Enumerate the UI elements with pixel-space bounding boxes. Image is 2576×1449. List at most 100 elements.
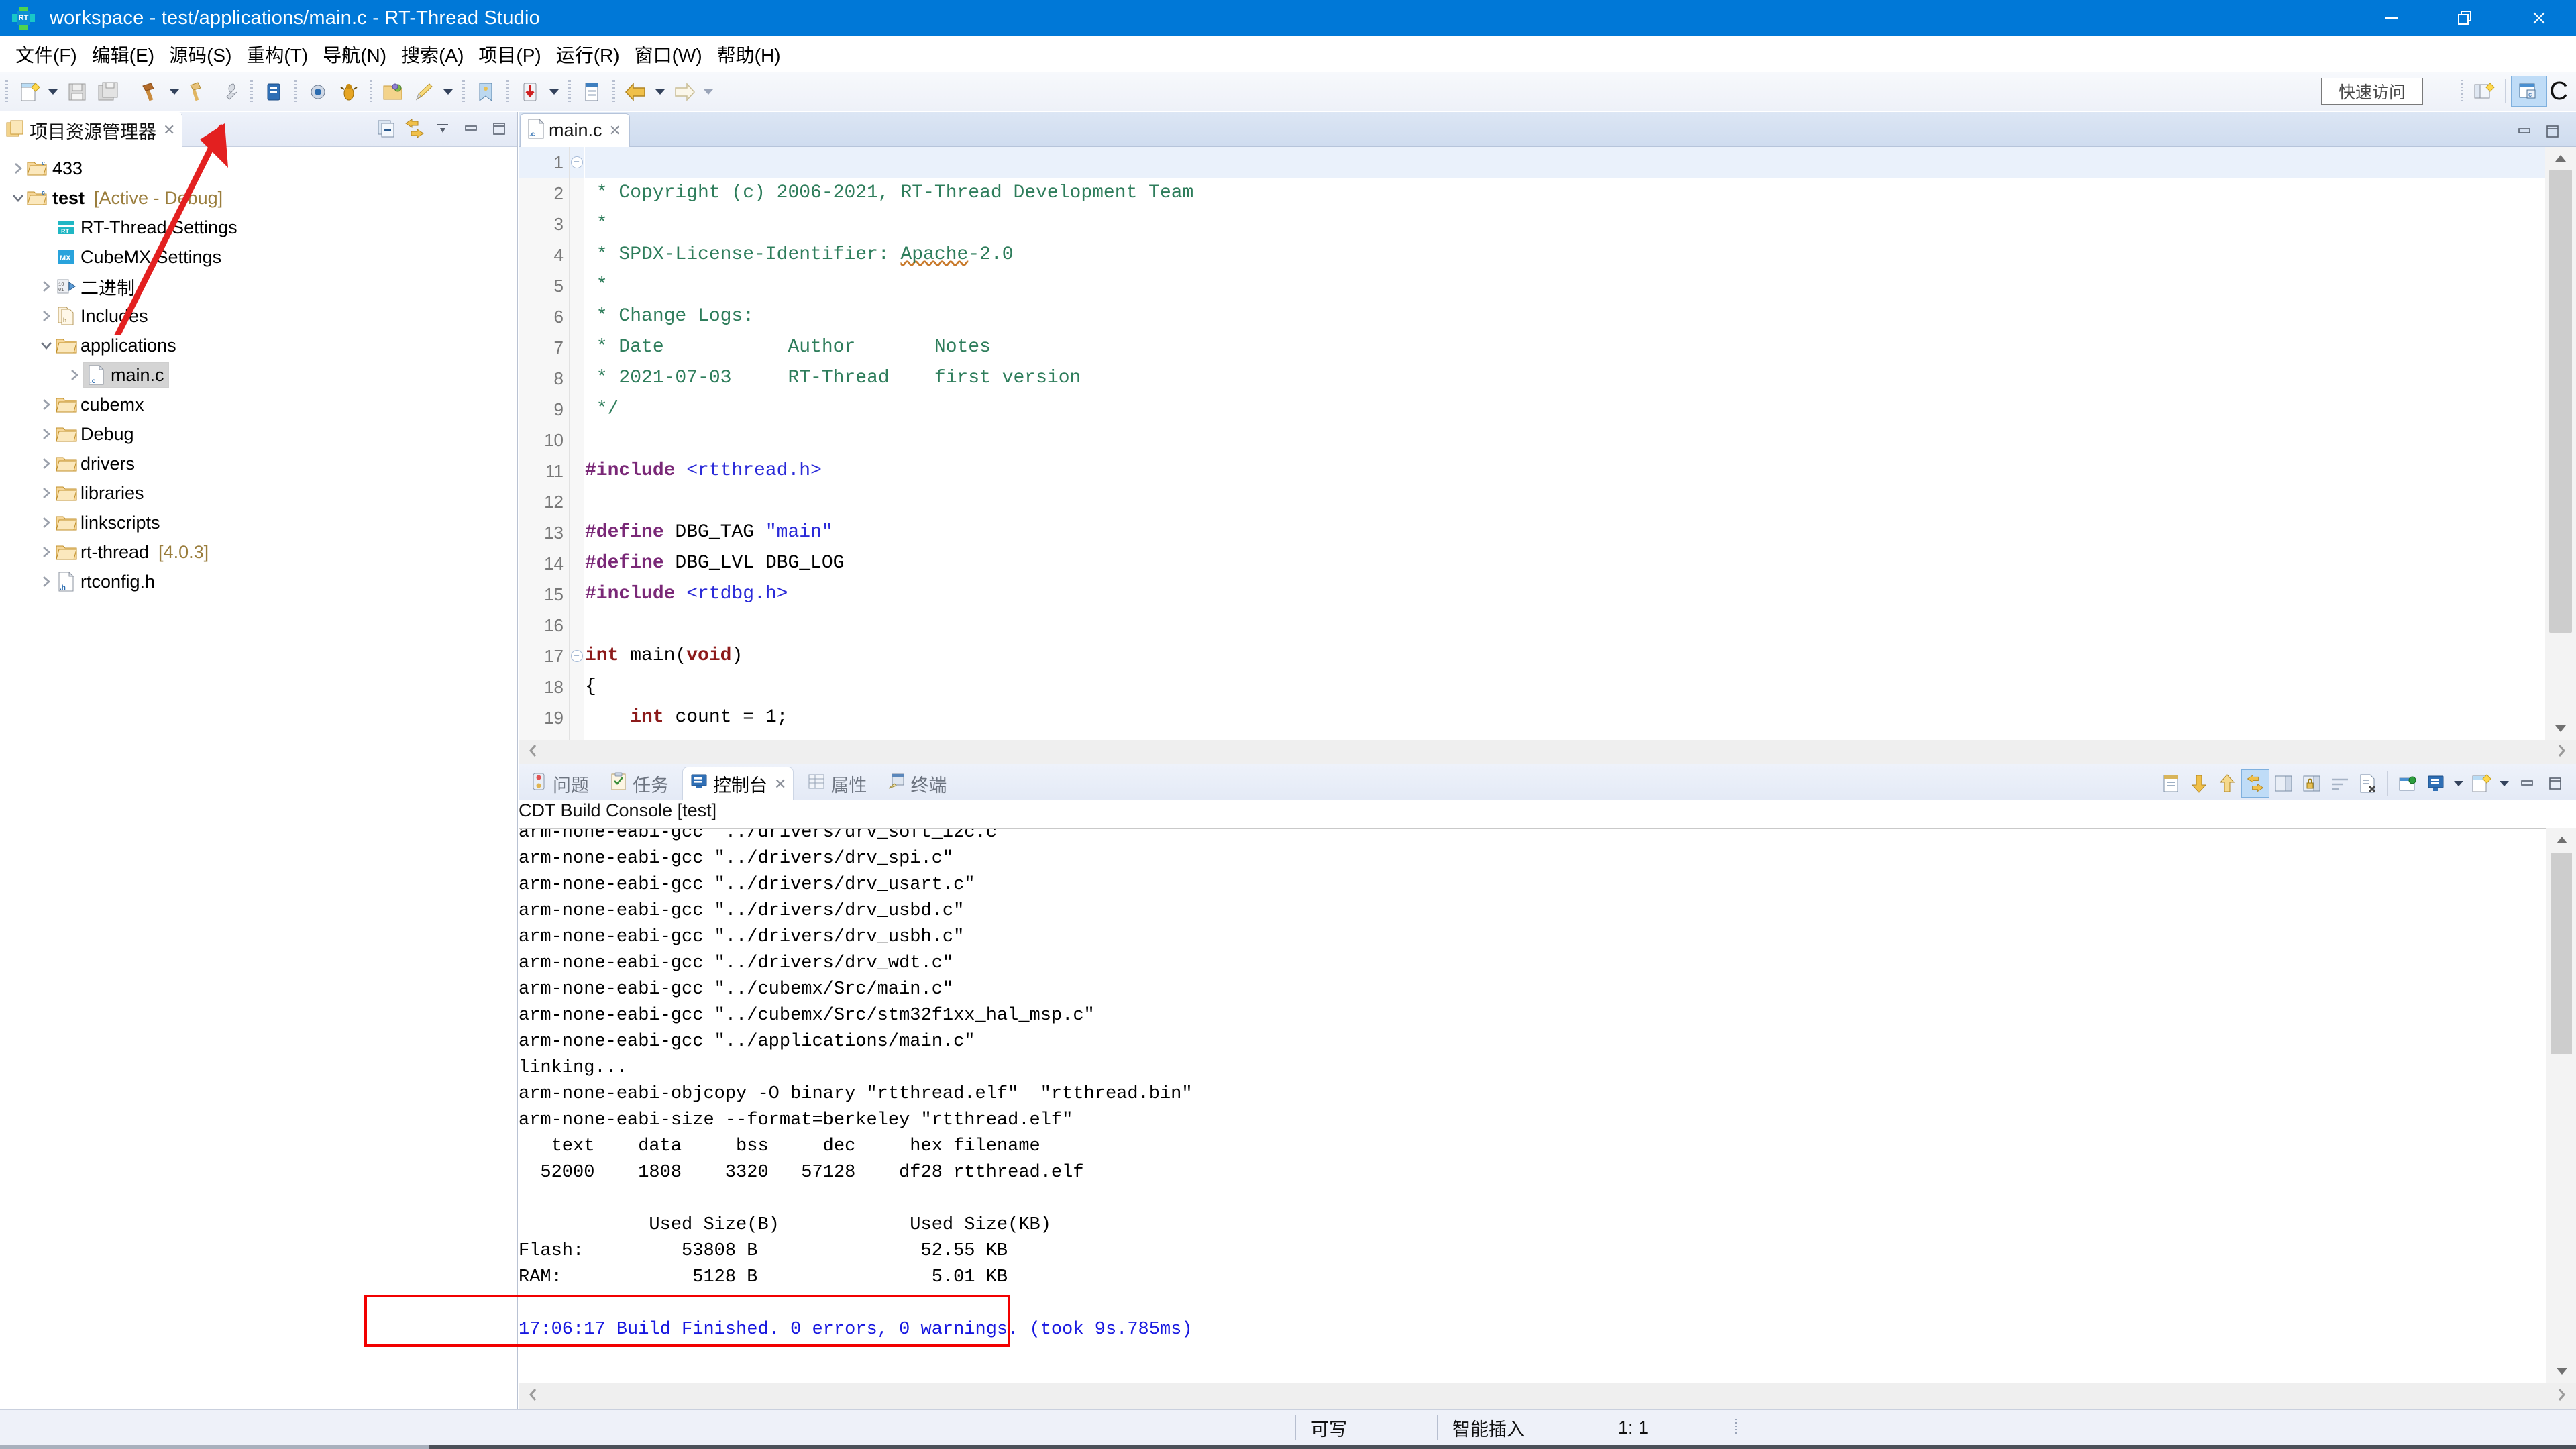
tree-item-content[interactable]: Debug <box>55 423 134 445</box>
scroll-down-arrow[interactable] <box>2546 1360 2576 1383</box>
code-line[interactable]: int count = 1; <box>585 702 2545 733</box>
tree-item--[interactable]: 10 01 二进制 <box>0 272 517 301</box>
project-tree[interactable]: c 433 c test [Active - Debug] RT RT-Thread Set… <box>0 147 517 1409</box>
folding-column[interactable]: − − <box>570 147 584 740</box>
code-area[interactable]: /* * Copyright (c) 2006-2021, RT-Thread … <box>585 147 2545 740</box>
code-line[interactable]: * Date Author Notes <box>585 332 2545 363</box>
code-line[interactable]: * <box>585 270 2545 301</box>
tree-item-content[interactable]: MX CubeMX Settings <box>55 246 221 268</box>
tree-item-rt-thread-settings[interactable]: RT RT-Thread Settings <box>0 213 517 242</box>
menu-navigate[interactable]: 导航(N) <box>315 38 394 70</box>
tree-item-content[interactable]: applications <box>55 334 176 357</box>
chevron-right-icon[interactable] <box>38 537 55 567</box>
editor-vertical-scrollbar[interactable] <box>2545 147 2576 740</box>
toolbar-grip-2[interactable] <box>250 80 253 103</box>
scroll-right-arrow[interactable] <box>2556 1387 2576 1405</box>
scroll-up-arrow[interactable] <box>2546 828 2576 851</box>
code-line[interactable]: #include <rtthread.h> <box>585 455 2545 486</box>
code-line[interactable]: /* <box>585 147 2545 178</box>
pencil-dropdown[interactable] <box>439 76 457 107</box>
tree-item-linkscripts[interactable]: linkscripts <box>0 508 517 537</box>
link-with-editor-icon[interactable] <box>400 115 429 143</box>
scroll-right-arrow[interactable] <box>2556 743 2576 761</box>
open-resource-icon[interactable] <box>378 76 409 107</box>
show-console-icon[interactable] <box>2157 769 2185 798</box>
chevron-right-icon[interactable] <box>38 419 55 449</box>
tree-item-includes[interactable]: h Includes <box>0 301 517 331</box>
perspective-c-button[interactable]: c <box>2510 76 2547 107</box>
tree-item-content[interactable]: drivers <box>55 452 135 475</box>
chevron-down-icon[interactable] <box>38 331 55 360</box>
new-wizard-icon[interactable] <box>13 76 44 107</box>
code-line[interactable]: * Copyright (c) 2006-2021, RT-Thread Dev… <box>585 178 2545 209</box>
chevron-right-icon[interactable] <box>38 508 55 537</box>
back-icon[interactable] <box>621 76 651 107</box>
tree-item-content[interactable]: .c main.c <box>83 362 169 388</box>
tree-item-content[interactable]: .h rtconfig.h <box>55 570 155 593</box>
menu-run[interactable]: 运行(R) <box>549 38 627 70</box>
menu-edit[interactable]: 编辑(E) <box>85 38 162 70</box>
tab-terminal[interactable]: 终端 <box>880 767 953 800</box>
code-line[interactable] <box>585 610 2545 641</box>
minimize-icon[interactable] <box>2510 117 2538 146</box>
tab-console[interactable]: 控制台 ✕ <box>682 767 794 800</box>
chevron-right-icon[interactable] <box>38 272 55 301</box>
bug-icon[interactable] <box>333 76 364 107</box>
minimize-icon[interactable] <box>457 115 485 143</box>
tree-item-rtconfig-h[interactable]: .h rtconfig.h <box>0 567 517 596</box>
terminal-icon[interactable] <box>576 76 607 107</box>
pin-console-icon[interactable] <box>2394 769 2422 798</box>
minimize-icon[interactable] <box>2513 769 2541 798</box>
editor-body[interactable]: 12345678910111213141516171819 −− /* * Co… <box>519 147 2576 764</box>
chevron-right-icon[interactable] <box>38 478 55 508</box>
tree-item-rt-thread[interactable]: rt-thread [4.0.3] <box>0 537 517 567</box>
close-button[interactable] <box>2502 0 2576 36</box>
pencil-icon[interactable] <box>409 76 439 107</box>
scroll-down-arrow[interactable] <box>2545 717 2576 740</box>
editor-horizontal-scrollbar[interactable] <box>519 740 2576 764</box>
restore-button[interactable] <box>2428 0 2502 36</box>
chevron-right-icon[interactable] <box>38 449 55 478</box>
display-console-icon[interactable] <box>2422 769 2450 798</box>
tree-item-libraries[interactable]: libraries <box>0 478 517 508</box>
code-line[interactable]: * <box>585 209 2545 239</box>
lock-scroll-icon[interactable] <box>2298 769 2326 798</box>
console-vertical-scrollbar[interactable] <box>2546 828 2576 1383</box>
tree-item-main-c[interactable]: .c main.c <box>0 360 517 390</box>
wrap-icon[interactable] <box>2326 769 2354 798</box>
maximize-icon[interactable] <box>485 115 513 143</box>
wrench-icon[interactable] <box>214 76 245 107</box>
toolbar-grip-5[interactable] <box>462 80 465 103</box>
code-line[interactable]: */ <box>585 394 2545 425</box>
chevron-down-icon[interactable] <box>9 183 27 213</box>
fold-toggle-icon[interactable]: − <box>570 147 584 178</box>
chevron-right-icon[interactable] <box>38 390 55 419</box>
tab-main-c[interactable]: .c main.c ✕ <box>520 113 630 147</box>
tree-item-content[interactable]: h Includes <box>55 305 148 327</box>
scroll-down-icon[interactable] <box>2185 769 2213 798</box>
minimize-button[interactable] <box>2355 0 2428 36</box>
scroll-up-arrow[interactable] <box>2545 147 2576 170</box>
download-dropdown[interactable] <box>545 76 563 107</box>
scroll-left-arrow[interactable] <box>519 743 539 761</box>
download-icon[interactable] <box>515 76 545 107</box>
quick-access-input[interactable]: 快速访问 <box>2321 78 2423 105</box>
clear-console-icon[interactable] <box>2269 769 2298 798</box>
editor-scroll-thumb[interactable] <box>2549 170 2572 633</box>
tree-item-433[interactable]: c 433 <box>0 154 517 183</box>
chevron-right-icon[interactable] <box>38 567 55 596</box>
tree-item-debug[interactable]: Debug <box>0 419 517 449</box>
view-menu-icon[interactable] <box>429 115 457 143</box>
tree-item-cubemx-settings[interactable]: MX CubeMX Settings <box>0 242 517 272</box>
code-line[interactable]: * 2021-07-03 RT-Thread first version <box>585 363 2545 394</box>
scroll-lock-icon[interactable] <box>2241 769 2269 798</box>
tab-properties[interactable]: 属性 <box>800 767 873 800</box>
dropdown2-icon[interactable] <box>2496 768 2513 799</box>
save-icon[interactable] <box>62 76 93 107</box>
code-line[interactable] <box>585 486 2545 517</box>
tab-tasks[interactable]: 任务 <box>602 767 676 800</box>
tree-item-content[interactable]: libraries <box>55 482 144 504</box>
chevron-right-icon[interactable] <box>9 154 27 183</box>
new-wizard-dropdown[interactable] <box>44 76 62 107</box>
code-line[interactable] <box>585 425 2545 455</box>
